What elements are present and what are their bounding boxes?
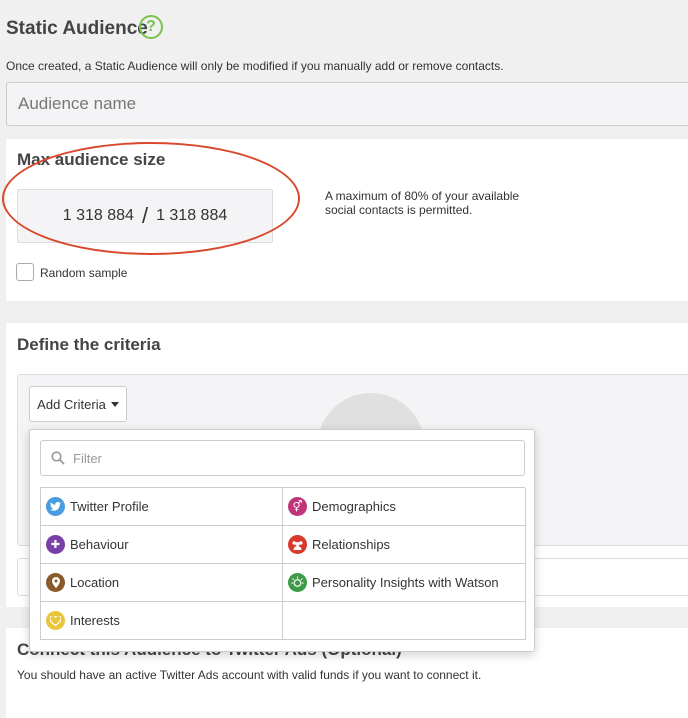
option-label: Behaviour — [70, 537, 129, 552]
filter-input[interactable] — [71, 449, 515, 467]
random-sample-label: Random sample — [40, 266, 128, 280]
empty-cell — [283, 602, 526, 640]
size-total: 1 318 884 — [156, 207, 228, 224]
option-location[interactable]: Location — [41, 564, 283, 602]
max-size-title: Max audience size — [17, 150, 166, 169]
option-interests[interactable]: Interests — [41, 602, 283, 640]
option-label: Demographics — [312, 499, 396, 514]
heart-icon — [46, 611, 65, 630]
option-demographics[interactable]: ⚥ Demographics — [283, 488, 526, 526]
criteria-options-grid: Twitter Profile ⚥ Demographics ✚ Behavio… — [40, 487, 526, 640]
pin-icon — [46, 573, 65, 592]
connect-text: You should have an active Twitter Ads ac… — [17, 668, 482, 682]
option-label: Interests — [70, 613, 120, 628]
option-label: Location — [70, 575, 120, 590]
audience-name-input[interactable] — [6, 82, 688, 126]
size-note: A maximum of 80% of your available socia… — [325, 189, 520, 217]
criteria-title: Define the criteria — [17, 335, 161, 354]
option-twitter-profile[interactable]: Twitter Profile — [41, 488, 283, 526]
people-icon — [288, 535, 307, 554]
option-relationships[interactable]: Relationships — [283, 526, 526, 564]
option-label: Personality Insights with Watson — [312, 575, 499, 590]
option-behaviour[interactable]: ✚ Behaviour — [41, 526, 283, 564]
size-separator: / — [141, 203, 149, 228]
random-sample-checkbox[interactable] — [16, 263, 34, 281]
search-icon — [51, 451, 65, 465]
twitter-icon — [46, 497, 65, 516]
option-label: Twitter Profile — [70, 499, 149, 514]
gender-icon: ⚥ — [288, 497, 307, 516]
criteria-dropdown: Twitter Profile ⚥ Demographics ✚ Behavio… — [29, 429, 535, 652]
caret-down-icon — [110, 401, 119, 407]
add-criteria-button[interactable]: Add Criteria — [29, 386, 127, 422]
option-label: Relationships — [312, 537, 391, 552]
audience-size-display[interactable]: 1 318 884 / 1 318 884 — [17, 189, 273, 243]
page-subtitle: Once created, a Static Audience will onl… — [6, 59, 504, 73]
option-personality-insights[interactable]: Personality Insights with Watson — [283, 564, 526, 602]
help-icon[interactable]: ? — [139, 15, 163, 39]
filter-field[interactable] — [40, 440, 525, 476]
size-current: 1 318 884 — [62, 207, 134, 224]
add-criteria-label: Add Criteria — [37, 396, 106, 412]
watson-icon — [288, 573, 307, 592]
puzzle-icon: ✚ — [46, 535, 65, 554]
page-title: Static Audience — [6, 18, 148, 39]
